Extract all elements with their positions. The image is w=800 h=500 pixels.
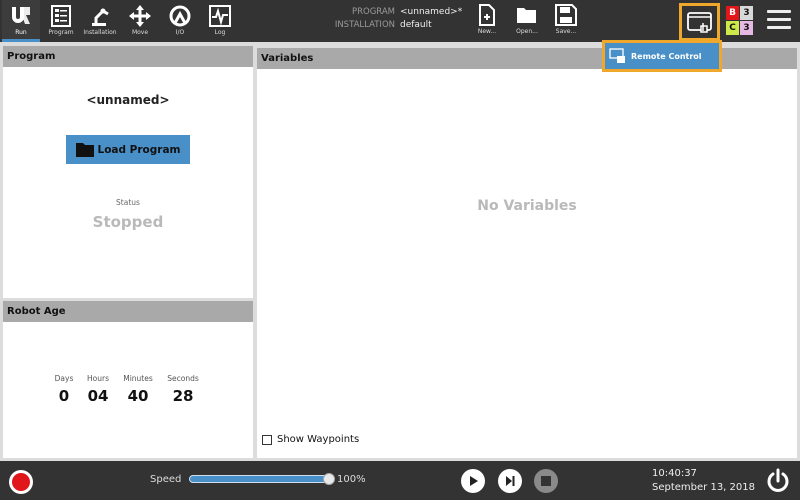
nav-move-label: Move bbox=[131, 29, 149, 36]
show-waypoints-checkbox[interactable] bbox=[262, 434, 272, 445]
remote-control-toggle-button[interactable] bbox=[679, 3, 720, 41]
clock-date: September 13, 2018 bbox=[652, 482, 755, 493]
program-name: <unnamed> bbox=[86, 93, 170, 107]
robot-arm-icon bbox=[92, 8, 109, 26]
age-hours-value: 04 bbox=[87, 387, 109, 405]
program-panel: Program <unnamed> Load Program Status St… bbox=[3, 46, 253, 298]
play-button[interactable] bbox=[461, 469, 485, 493]
installation-key: INSTALLATION bbox=[334, 20, 395, 30]
remote-control-icon bbox=[686, 12, 712, 33]
hamburger-line bbox=[767, 26, 791, 29]
new-file-icon bbox=[479, 4, 495, 26]
bottom-toolbar: Speed 100% 10:40:37 September 13, 2018 bbox=[0, 461, 800, 500]
program-panel-title: Program bbox=[3, 46, 253, 67]
nav-move-tab[interactable]: Move bbox=[121, 0, 159, 42]
nav-run-tab[interactable]: Run bbox=[2, 0, 40, 42]
clock-time: 10:40:37 bbox=[652, 468, 697, 479]
speed-value: 100% bbox=[337, 474, 366, 485]
speed-slider[interactable] bbox=[189, 475, 329, 483]
log-waveform-icon bbox=[209, 5, 231, 27]
power-state-indicator-icon bbox=[12, 473, 30, 491]
status-b-letter: B bbox=[726, 6, 739, 20]
remote-control-label: Remote Control bbox=[631, 51, 702, 61]
program-value: <unnamed>* bbox=[400, 7, 463, 17]
age-seconds-unit: Seconds bbox=[167, 374, 199, 383]
remote-control-menu-item[interactable]: Remote Control bbox=[602, 40, 722, 72]
ur-logo-icon bbox=[12, 7, 30, 24]
status-b-count: 3 bbox=[740, 6, 753, 20]
save-program-button[interactable]: Save... bbox=[549, 4, 583, 40]
robot-age-panel: Robot Age Days 0 Hours 04 Minutes 40 Sec… bbox=[3, 301, 253, 458]
folder-icon bbox=[75, 143, 94, 157]
nav-program-label: Program bbox=[48, 29, 74, 36]
power-off-icon[interactable] bbox=[765, 468, 791, 494]
open-label: Open... bbox=[516, 28, 538, 35]
save-label: Save... bbox=[555, 28, 577, 35]
nav-installation-tab[interactable]: Installation bbox=[81, 0, 119, 42]
status-indicators[interactable]: B 3 C 3 bbox=[726, 6, 754, 36]
load-program-button[interactable]: Load Program bbox=[66, 135, 190, 164]
step-button[interactable] bbox=[498, 469, 522, 493]
age-minutes: Minutes 40 bbox=[118, 374, 158, 405]
robot-power-state-button[interactable] bbox=[9, 470, 33, 494]
nav-installation-label: Installation bbox=[83, 29, 117, 36]
new-program-button[interactable]: New... bbox=[470, 4, 504, 40]
move-arrows-icon bbox=[129, 5, 151, 27]
status-c-count: 3 bbox=[740, 21, 753, 35]
play-icon bbox=[470, 476, 478, 486]
age-minutes-value: 40 bbox=[127, 387, 149, 405]
program-icon bbox=[51, 5, 71, 27]
hamburger-menu-button[interactable] bbox=[767, 10, 791, 30]
status-c-letter: C bbox=[726, 21, 739, 35]
nav-program-tab[interactable]: Program bbox=[42, 0, 80, 42]
age-hours: Hours 04 bbox=[78, 374, 118, 405]
save-disk-icon bbox=[555, 4, 577, 26]
clock: 10:40:37 September 13, 2018 bbox=[652, 467, 755, 495]
nav-log-tab[interactable]: Log bbox=[201, 0, 239, 42]
robot-age-title: Robot Age bbox=[3, 301, 253, 322]
step-icon bbox=[506, 476, 515, 486]
top-toolbar: Run Program Installation Move I/O Log PR… bbox=[0, 0, 800, 42]
remote-control-icon bbox=[609, 48, 625, 63]
age-minutes-unit: Minutes bbox=[123, 374, 153, 383]
speed-slider-thumb[interactable] bbox=[323, 473, 335, 485]
speed-label: Speed bbox=[150, 474, 182, 485]
program-info: PROGRAM <unnamed>* INSTALLATION default bbox=[325, 6, 462, 32]
nav-run-label: Run bbox=[15, 29, 27, 36]
status-label: Status bbox=[116, 198, 140, 207]
age-seconds: Seconds 28 bbox=[163, 374, 203, 405]
status-value: Stopped bbox=[92, 213, 164, 231]
load-program-label: Load Program bbox=[97, 143, 181, 156]
open-program-button[interactable]: Open... bbox=[510, 4, 544, 40]
stop-button[interactable] bbox=[534, 469, 558, 493]
age-seconds-value: 28 bbox=[172, 387, 194, 405]
variables-panel: Variables No Variables Show Waypoints bbox=[257, 48, 797, 458]
nav-io-label: I/O bbox=[175, 29, 185, 36]
nav-io-tab[interactable]: I/O bbox=[161, 0, 199, 42]
nav-log-label: Log bbox=[214, 29, 226, 36]
show-waypoints-label: Show Waypoints bbox=[277, 434, 360, 445]
new-label: New... bbox=[477, 28, 497, 35]
age-hours-unit: Hours bbox=[87, 374, 109, 383]
hamburger-line bbox=[767, 10, 791, 13]
show-waypoints-toggle[interactable]: Show Waypoints bbox=[262, 434, 359, 445]
folder-open-icon bbox=[517, 8, 536, 23]
program-key: PROGRAM bbox=[351, 7, 395, 17]
active-tab-indicator bbox=[2, 39, 40, 42]
installation-value: default bbox=[400, 20, 432, 30]
io-icon bbox=[169, 5, 191, 27]
hamburger-line bbox=[767, 18, 791, 21]
no-variables-text: No Variables bbox=[477, 198, 577, 214]
stop-icon bbox=[541, 476, 551, 486]
